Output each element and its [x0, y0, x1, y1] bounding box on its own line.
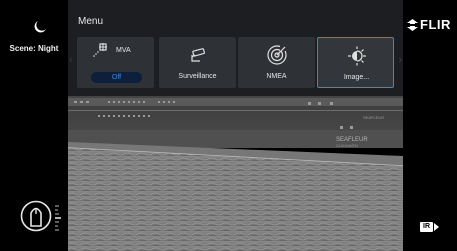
ir-label: IR: [420, 222, 433, 232]
ir-mode-badge[interactable]: IR: [420, 221, 443, 233]
ship-port-text: CUXHAVEN: [336, 143, 358, 148]
heading-scale: [55, 205, 61, 231]
vessel-heading-icon[interactable]: [20, 200, 52, 232]
image-brightness-icon: [347, 46, 366, 66]
menu-title: Menu: [78, 16, 104, 27]
chevron-left-icon[interactable]: ‹: [69, 54, 73, 66]
ship-name-text: SEAFLEUR: [363, 115, 384, 120]
brand-name: FLIR: [420, 17, 451, 32]
moon-icon[interactable]: [33, 20, 47, 34]
menu-item-mva[interactable]: MVA Off: [77, 37, 154, 88]
mva-label: MVA: [116, 47, 131, 54]
flir-logo-icon: [407, 18, 418, 31]
surveillance-camera-icon: [190, 48, 205, 62]
nmea-label: NMEA: [266, 73, 287, 80]
scene-mode-label[interactable]: Scene: Night: [0, 44, 68, 53]
menu-panel: Menu ‹ › MVA Off Surveillance NMEA Image…: [68, 0, 403, 96]
mva-toggle[interactable]: Off: [91, 72, 142, 83]
nmea-radar-icon: [266, 45, 287, 65]
flir-logo: FLIR: [407, 17, 451, 32]
right-rail: FLIR IR: [403, 0, 457, 251]
menu-item-nmea[interactable]: NMEA: [238, 37, 315, 88]
mva-target-icon: [93, 43, 107, 57]
menu-item-image[interactable]: Image...: [317, 37, 394, 88]
camera-screen: Scene: Night SEAFLEUR SEAFLEUR CUXHAVEN …: [0, 0, 457, 251]
menu-item-surveillance[interactable]: Surveillance: [159, 37, 236, 88]
left-rail: Scene: Night: [0, 0, 68, 251]
ir-camera-icon: [434, 223, 439, 231]
image-label: Image...: [343, 74, 370, 81]
surveillance-label: Surveillance: [178, 73, 217, 80]
chevron-right-icon[interactable]: ›: [398, 54, 402, 66]
thermal-video-feed[interactable]: SEAFLEUR SEAFLEUR CUXHAVEN: [68, 96, 403, 251]
